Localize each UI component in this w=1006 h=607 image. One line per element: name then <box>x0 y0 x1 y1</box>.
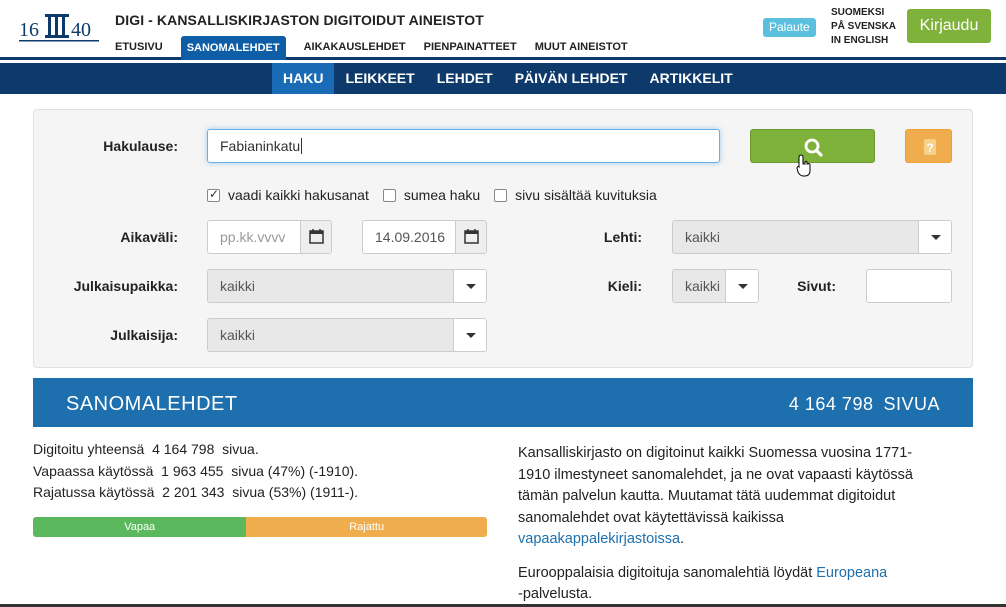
nav-muut-aineistot[interactable]: MUUT AINEISTOT <box>535 36 637 60</box>
calendar-icon <box>309 229 324 244</box>
language-label: Kieli: <box>607 278 642 294</box>
date-start-input[interactable]: pp.kk.vvvv <box>207 220 332 254</box>
stat-free: Vapaassa käytössä 1 963 455 sivua (47%) … <box>33 462 359 479</box>
date-range-label: Aikaväli: <box>120 229 178 245</box>
help-icon: ? <box>924 139 936 155</box>
usage-bar-segment-rajattu: Rajattu <box>246 517 487 537</box>
tab-paivan-lehdet[interactable]: PÄIVÄN LEHDET <box>504 63 639 94</box>
date-end-value: 14.09.2016 <box>375 229 446 245</box>
checkbox-illustrations[interactable] <box>494 188 508 202</box>
europeana-end: -palvelusta. <box>518 586 593 602</box>
nav-aikakauslehdet[interactable]: AIKAKAUSLEHDET <box>304 36 415 60</box>
sub-nav: HAKU LEIKKEET LEHDET PÄIVÄN LEHDET ARTIK… <box>0 63 1006 94</box>
option-illustrations-label: sivu sisältää kuvituksia <box>515 187 657 203</box>
svg-text:?: ? <box>926 141 933 155</box>
checkbox-fuzzy[interactable] <box>382 188 396 202</box>
top-header: 16 40 DIGI - KANSALLISKIRJASTON DIGITOID… <box>0 0 1006 60</box>
option-fuzzy-label: sumea haku <box>403 187 481 203</box>
date-end-input[interactable]: 14.09.2016 <box>362 220 487 254</box>
calendar-end-button[interactable] <box>455 221 486 253</box>
query-value: Fabianinkatu <box>220 138 301 154</box>
tab-lehdet[interactable]: LEHDET <box>426 63 504 94</box>
option-fuzzy[interactable]: sumea haku <box>382 187 481 203</box>
description-paragraph: Kansalliskirjasto on digitoinut kaikki S… <box>518 443 938 551</box>
lang-swedish[interactable]: PÅ SVENSKA <box>831 20 896 34</box>
place-select[interactable]: kaikki <box>207 269 487 303</box>
banner-title: SANOMALEHDET <box>66 393 238 415</box>
legal-deposit-libraries-link[interactable]: vapaakappalekirjastoissa <box>518 531 680 547</box>
option-all-words[interactable]: vaadi kaikki hakusanat <box>207 187 369 203</box>
help-button[interactable]: ? <box>905 129 952 163</box>
checkbox-all-words[interactable] <box>207 187 220 202</box>
nav-etusivu[interactable]: ETUSIVU <box>115 36 172 60</box>
paper-label: Lehti: <box>603 229 642 245</box>
usage-bar: Vapaa Rajattu <box>33 517 487 537</box>
language-selector: SUOMEKSI PÅ SVENSKA IN ENGLISH <box>831 6 896 48</box>
calendar-icon <box>464 229 479 244</box>
description-end: . <box>680 531 685 547</box>
nav-pienpainatteet[interactable]: PIENPAINATTEET <box>424 36 526 60</box>
chevron-down-icon <box>466 333 476 338</box>
collection-banner: SANOMALEHDET 4 164 798 SIVUA <box>33 378 973 427</box>
tab-leikkeet[interactable]: LEIKKEET <box>334 63 425 94</box>
publisher-value: kaikki <box>220 327 256 343</box>
option-all-words-label: vaadi kaikki hakusanat <box>228 187 369 203</box>
option-illustrations[interactable]: sivu sisältää kuvituksia <box>494 187 657 203</box>
europeana-paragraph: Eurooppalaisia digitoituja sanomalehtiä … <box>518 563 938 606</box>
lang-english[interactable]: IN ENGLISH <box>831 34 896 48</box>
query-input[interactable]: Fabianinkatu <box>207 129 720 163</box>
paper-select[interactable]: kaikki <box>672 220 952 254</box>
nav-sanomalehdet[interactable]: SANOMALEHDET <box>180 36 286 60</box>
mouse-cursor-icon <box>796 154 811 177</box>
paper-value: kaikki <box>685 229 721 245</box>
europeana-link[interactable]: Europeana <box>816 565 887 581</box>
language-value: kaikki <box>685 278 721 294</box>
publisher-label: Julkaisija: <box>110 327 178 343</box>
pages-input[interactable] <box>866 269 952 303</box>
place-label: Julkaisupaikka: <box>73 278 178 294</box>
usage-bar-segment-vapaa: Vapaa <box>33 517 247 537</box>
page-count: 4 164 798 <box>788 394 874 414</box>
stat-restricted: Rajatussa käytössä 2 201 343 sivua (53%)… <box>33 484 359 500</box>
calendar-start-button[interactable] <box>300 221 331 253</box>
collection-description: Kansalliskirjasto on digitoinut kaikki S… <box>518 443 938 607</box>
query-label: Hakulause: <box>103 138 178 154</box>
collection-stats: Digitoitu yhteensä 4 164 798 sivua. Vapa… <box>33 439 358 504</box>
search-button[interactable] <box>750 129 875 163</box>
europeana-text: Eurooppalaisia digitoituja sanomalehtiä … <box>518 564 817 581</box>
login-button[interactable]: Kirjaudu <box>907 9 991 43</box>
feedback-button[interactable]: Palaute <box>763 18 816 37</box>
date-start-placeholder: pp.kk.vvvv <box>220 229 286 245</box>
place-value: kaikki <box>220 278 256 294</box>
lang-finnish[interactable]: SUOMEKSI <box>831 6 896 20</box>
search-icon <box>804 138 823 157</box>
chevron-down-icon <box>738 284 748 289</box>
language-select[interactable]: kaikki <box>672 269 759 303</box>
pages-label: Sivut: <box>797 278 836 294</box>
chevron-down-icon <box>466 284 476 289</box>
main-nav: ETUSIVU SANOMALEHDET AIKAKAUSLEHDET PIEN… <box>115 36 646 60</box>
library-logo-icon[interactable]: 16 40 <box>19 10 99 42</box>
description-text: Kansalliskirjasto on digitoinut kaikki S… <box>518 445 913 526</box>
page-count-unit: SIVUA <box>883 394 940 414</box>
tab-haku[interactable]: HAKU <box>272 63 335 94</box>
tab-artikkelit[interactable]: ARTIKKELIT <box>638 63 743 94</box>
site-title: DIGI - KANSALLISKIRJASTON DIGITOIDUT AIN… <box>115 12 484 28</box>
svg-text:40: 40 <box>71 19 91 41</box>
svg-text:16: 16 <box>19 19 39 41</box>
banner-count: 4 164 798 SIVUA <box>779 378 940 430</box>
publisher-select[interactable]: kaikki <box>207 318 487 352</box>
chevron-down-icon <box>931 235 941 240</box>
stat-total: Digitoitu yhteensä 4 164 798 sivua. <box>33 441 259 457</box>
search-options: vaadi kaikki hakusanat sumea haku sivu s… <box>207 187 671 203</box>
